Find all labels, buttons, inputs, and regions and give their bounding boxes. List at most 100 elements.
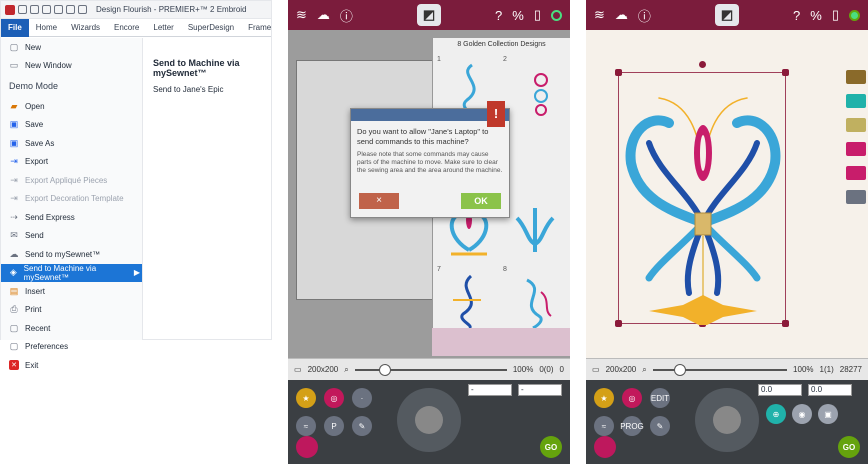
zoom-icon[interactable]: ⌕ <box>344 365 348 375</box>
menu-item-open[interactable]: ▰ Open <box>1 97 142 116</box>
cloud-icon[interactable]: ☁ <box>317 7 330 23</box>
menu-item-export[interactable]: ⇥ Export <box>1 153 142 172</box>
move-icon[interactable]: ⊕ <box>766 404 786 424</box>
home-machine-icon[interactable]: ◩ <box>715 4 739 26</box>
favorite-icon[interactable]: ★ <box>296 388 316 408</box>
menu-item-print[interactable]: ⎙ Print <box>1 301 142 320</box>
tab-frame[interactable]: Frame <box>241 19 278 37</box>
design-tool-icon[interactable] <box>846 70 866 84</box>
quick-access-save-icon[interactable] <box>42 5 51 14</box>
group-icon[interactable]: ◎ <box>324 388 344 408</box>
tab-encore[interactable]: Encore <box>107 19 146 37</box>
menu-item-new[interactable]: ▢ New <box>1 38 142 57</box>
frame-tool-icon[interactable] <box>846 166 866 180</box>
tab-letter[interactable]: Letter <box>146 19 180 37</box>
rotate-handle[interactable] <box>699 61 706 68</box>
stop-button[interactable] <box>296 436 318 458</box>
navigation-dial[interactable] <box>695 388 759 452</box>
quick-access-redo-icon[interactable] <box>78 5 87 14</box>
go-button[interactable]: GO <box>540 436 562 458</box>
needle-icon[interactable]: ✎ <box>352 416 372 436</box>
group-icon[interactable]: ◎ <box>622 388 642 408</box>
tab-file[interactable]: File <box>1 18 29 37</box>
ok-button[interactable]: OK <box>461 193 501 209</box>
quick-access-open-icon[interactable] <box>30 5 39 14</box>
hoop-size[interactable]: 200x200 <box>606 365 637 374</box>
design-selection-frame[interactable] <box>615 61 789 327</box>
quick-access-undo-icon[interactable] <box>66 5 75 14</box>
gallery-cell-4[interactable]: 4 <box>503 126 565 196</box>
hoop-icon[interactable]: ▭ <box>592 365 600 374</box>
tab-superdesign[interactable]: SuperDesign <box>181 19 241 37</box>
rotate-field[interactable]: - <box>468 384 512 396</box>
stitch-icon[interactable]: ≈ <box>296 416 316 436</box>
save-icon[interactable]: ▯ <box>832 7 839 23</box>
needle-icon[interactable]: ✎ <box>650 416 670 436</box>
wifi-icon[interactable]: ≋ <box>594 7 605 23</box>
wifi-icon[interactable]: ≋ <box>296 7 307 23</box>
settings-icon[interactable]: % <box>810 8 822 23</box>
edit-icon[interactable]: · <box>352 388 372 408</box>
angle-field[interactable]: 0.0 <box>808 384 852 396</box>
dial-center-button[interactable] <box>415 406 443 434</box>
menu-item-demo-mode[interactable]: Demo Mode <box>1 75 142 97</box>
connection-status-icon[interactable] <box>551 9 562 21</box>
help-icon[interactable]: ? <box>793 8 800 23</box>
zoom-slider[interactable] <box>652 363 788 376</box>
zoom-slider-knob[interactable] <box>674 363 687 376</box>
connection-status-icon[interactable] <box>849 9 860 21</box>
home-machine-icon[interactable]: ◩ <box>417 4 441 26</box>
zoom-slider-knob[interactable] <box>379 363 392 376</box>
zoom-level: 100% <box>512 365 534 374</box>
hoop-position-icon[interactable]: ▣ <box>818 404 838 424</box>
menu-item-save-as[interactable]: ▣ Save As <box>1 134 142 153</box>
stop-button[interactable] <box>594 436 616 458</box>
zoom-icon[interactable]: ⌕ <box>642 365 646 375</box>
zoom-slider[interactable] <box>354 363 507 376</box>
edit-button[interactable]: EDIT <box>650 388 670 408</box>
desktop-app-window: Design Flourish - PREMIER+™ 2 Embroid Fi… <box>0 0 272 371</box>
target-icon[interactable]: ◉ <box>792 404 812 424</box>
position-field[interactable]: 0.0 <box>758 384 802 396</box>
menu-item-send-to-machine[interactable]: ◈ Send to Machine via mySewnet™ ▶ <box>1 263 142 282</box>
menu-item-exit[interactable]: ✕ Exit <box>1 356 142 375</box>
gallery-cell-8[interactable]: 8 <box>503 266 565 336</box>
quick-access-print-icon[interactable] <box>54 5 63 14</box>
menu-item-new-window[interactable]: ▭ New Window <box>1 57 142 76</box>
hoop-size[interactable]: 200x200 <box>308 365 339 374</box>
menu-item-preferences[interactable]: ▢ Preferences <box>1 338 142 357</box>
favorite-icon[interactable]: ★ <box>594 388 614 408</box>
menu-item-send-express[interactable]: ⇢ Send Express <box>1 208 142 227</box>
menu-item-send[interactable]: ✉ Send <box>1 227 142 246</box>
menu-item-send-to-mysewnet[interactable]: ☁ Send to mySewnet™ <box>1 245 142 264</box>
info-icon[interactable]: ⓘ <box>638 6 651 25</box>
settings-tool-icon[interactable] <box>846 190 866 204</box>
scale-field[interactable]: - <box>518 384 562 396</box>
prog-button[interactable]: PROG <box>620 416 644 436</box>
menu-item-insert[interactable]: ▤ Insert <box>1 282 142 301</box>
menu-item-save[interactable]: ▣ Save <box>1 116 142 135</box>
favorite-tool-icon[interactable] <box>846 142 866 156</box>
navigation-dial[interactable] <box>397 388 461 452</box>
settings-icon[interactable]: % <box>512 8 524 23</box>
quick-access-new-icon[interactable] <box>18 5 27 14</box>
prog-icon[interactable]: P <box>324 416 344 436</box>
dial-center-button[interactable] <box>713 406 741 434</box>
tab-wizards[interactable]: Wizards <box>64 19 107 37</box>
help-icon[interactable]: ? <box>495 8 502 23</box>
go-button[interactable]: GO <box>838 436 860 458</box>
menu-item-recent[interactable]: ▢ Recent <box>1 319 142 338</box>
tab-home[interactable]: Home <box>29 19 64 37</box>
submenu-item-send-to-janes-epic[interactable]: Send to Jane's Epic <box>153 85 271 94</box>
gallery-cell-2[interactable]: 2 <box>503 56 565 126</box>
save-icon[interactable]: ▯ <box>534 7 541 23</box>
text-tool-icon[interactable] <box>846 118 866 132</box>
stitch-tool-icon[interactable] <box>846 94 866 108</box>
gallery-cell-7[interactable]: 7 <box>437 266 499 336</box>
hoop-icon[interactable]: ▭ <box>294 365 302 374</box>
stitch-icon[interactable]: ≈ <box>594 416 614 436</box>
info-icon[interactable]: ⓘ <box>340 6 353 25</box>
gallery-cell-6[interactable]: 6 <box>503 196 565 266</box>
cancel-button[interactable]: × <box>359 193 399 209</box>
cloud-icon[interactable]: ☁ <box>615 7 628 23</box>
